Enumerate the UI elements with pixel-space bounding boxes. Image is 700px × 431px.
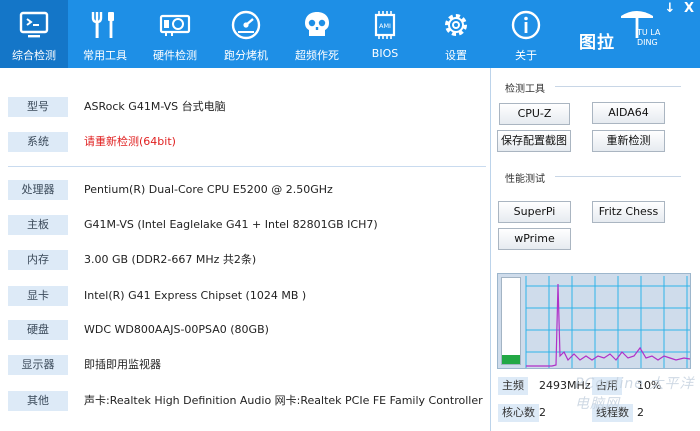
info-row-graphics: 显卡 Intel(R) G41 Express Chipset (1024 MB… <box>0 279 488 312</box>
info-row-disk: 硬盘 WDC WD800AAJS-00PSA0 (80GB) <box>0 313 488 346</box>
aida64-button[interactable]: AIDA64 <box>592 102 665 124</box>
usage-graph <box>525 276 691 368</box>
superpi-button[interactable]: SuperPi <box>498 201 571 223</box>
info-value: G41M-VS (Intel Eaglelake G41 + Intel 828… <box>84 218 378 231</box>
info-row-display: 显示器 即插即用监视器 <box>0 348 488 381</box>
tab-label: 跑分烤机 <box>224 49 268 62</box>
cpuz-button[interactable]: CPU-Z <box>499 103 570 125</box>
tab-label: 综合检测 <box>12 49 56 62</box>
gpu-card-icon <box>159 14 191 36</box>
tab-label: 常用工具 <box>83 49 127 62</box>
section-rule <box>555 176 681 177</box>
info-key: 显示器 <box>8 355 68 375</box>
tab-label: 超频作死 <box>295 49 339 62</box>
tools-icon <box>91 12 114 38</box>
info-key: 型号 <box>8 97 68 117</box>
save-screenshot-button[interactable]: 保存配置截图 <box>497 130 571 152</box>
info-value: Pentium(R) Dual-Core CPU E5200 @ 2.50GHz <box>84 183 333 196</box>
tab-label: 关于 <box>515 49 537 62</box>
info-row-system: 系统 请重新检测(64bit) <box>0 125 488 158</box>
section-rule <box>555 86 681 87</box>
info-value: Intel(R) G41 Express Chipset (1024 MB ) <box>84 289 307 302</box>
info-icon <box>511 10 541 40</box>
tools-section-title: 检测工具 <box>505 84 545 95</box>
svg-text:AMI: AMI <box>379 22 391 30</box>
info-key: 主板 <box>8 215 68 235</box>
info-row-memory: 内存 3.00 GB (DDR2-667 MHz 共2条) <box>0 243 488 276</box>
tab-label: 硬件检测 <box>153 49 197 62</box>
info-key: 系统 <box>8 132 68 152</box>
cores-key: 核心数 <box>498 404 539 422</box>
gear-icon <box>445 14 467 36</box>
minimize-button[interactable]: ↓ <box>662 0 678 18</box>
system-info-panel: 型号 ASRock G41M-VS 台式电脑 系统 请重新检测(64bit) 处… <box>0 68 490 431</box>
monitor-icon <box>19 11 49 38</box>
info-key: 硬盘 <box>8 320 68 340</box>
brand-name: 图拉 <box>579 33 615 53</box>
tab-overview[interactable]: 综合检测 <box>0 0 68 68</box>
fritz-chess-button[interactable]: Fritz Chess <box>592 201 665 223</box>
info-value: 即插即用监视器 <box>84 358 161 371</box>
wprime-button[interactable]: wPrime <box>498 228 571 250</box>
info-row-cpu: 处理器 Pentium(R) Dual-Core CPU E5200 @ 2.5… <box>0 173 488 206</box>
info-key: 内存 <box>8 250 68 270</box>
info-key: 其他 <box>8 391 68 411</box>
info-value: ASRock G41M-VS 台式电脑 <box>84 100 226 113</box>
tab-overclock[interactable]: 超频作死 <box>283 0 351 68</box>
gauge-icon <box>231 10 261 40</box>
cpu-usage-monitor <box>497 273 691 369</box>
info-value: WDC WD800AAJS-00PSA0 (80GB) <box>84 323 269 336</box>
recheck-link[interactable]: 请重新检测(64bit) <box>84 125 176 158</box>
bios-chip-icon: AMI <box>374 11 396 39</box>
info-key: 显卡 <box>8 286 68 306</box>
watermark: PConline 太平洋电脑网 <box>575 376 695 412</box>
brand-subtitle: TU LA DING <box>637 28 661 47</box>
tab-about[interactable]: 关于 <box>492 0 560 68</box>
bench-section-title: 性能测试 <box>505 174 545 185</box>
recheck-button[interactable]: 重新检测 <box>592 130 665 152</box>
info-value: 3.00 GB (DDR2-667 MHz 共2条) <box>84 253 257 266</box>
info-row-model: 型号 ASRock G41M-VS 台式电脑 <box>0 90 488 123</box>
tab-benchmark[interactable]: 跑分烤机 <box>212 0 280 68</box>
skull-icon <box>305 12 329 36</box>
section-divider <box>8 166 486 167</box>
tab-label: BIOS <box>371 47 399 60</box>
top-toolbar: 综合检测 常用工具 硬件检测 跑分烤机 超频作死 AMI BIOS 设置 关于 … <box>0 0 700 68</box>
tab-common-tools[interactable]: 常用工具 <box>71 0 139 68</box>
tab-settings[interactable]: 设置 <box>422 0 490 68</box>
info-value: 声卡:Realtek High Definition Audio 网卡:Real… <box>84 394 483 407</box>
info-row-other: 其他 声卡:Realtek High Definition Audio 网卡:R… <box>0 384 488 417</box>
tab-bios[interactable]: AMI BIOS <box>351 0 419 68</box>
cores-value: 2 <box>539 406 546 419</box>
info-row-motherboard: 主板 G41M-VS (Intel Eaglelake G41 + Intel … <box>0 208 488 241</box>
brand-logo: 图拉 TU LA DING <box>575 11 665 58</box>
freq-key: 主频 <box>498 377 528 395</box>
tab-hardware[interactable]: 硬件检测 <box>141 0 209 68</box>
close-button[interactable]: X <box>681 0 697 18</box>
info-key: 处理器 <box>8 180 68 200</box>
tab-label: 设置 <box>445 49 467 62</box>
